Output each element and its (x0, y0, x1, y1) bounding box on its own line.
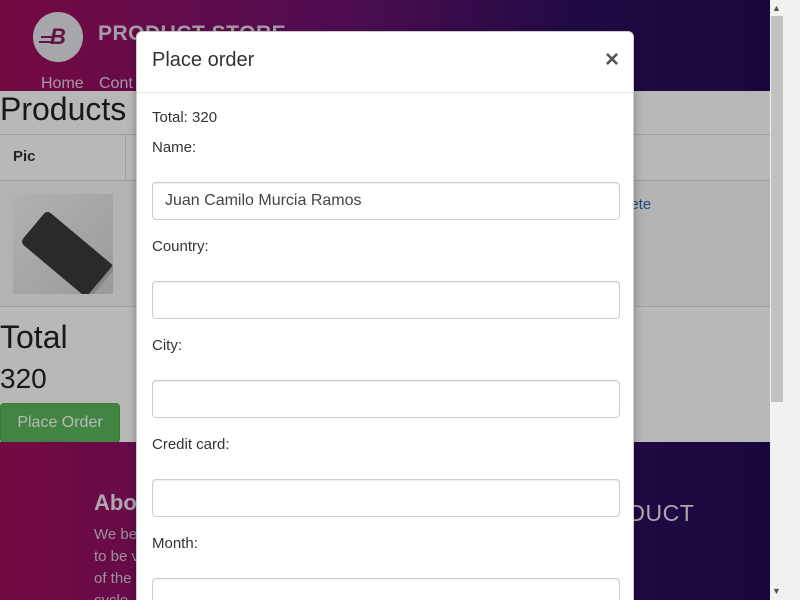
month-label: Month: (152, 535, 198, 552)
credit-card-label: Credit card: (152, 436, 230, 453)
order-total: Total: 320 (152, 109, 218, 126)
scrollbar-thumb[interactable] (771, 16, 783, 402)
city-label: City: (152, 337, 182, 354)
scrollbar-track[interactable] (770, 0, 785, 600)
modal-title: Place order (152, 49, 255, 71)
scroll-down-icon[interactable]: ▼ (772, 586, 781, 596)
city-field[interactable] (152, 380, 620, 418)
scrollbar[interactable] (770, 0, 800, 600)
country-label: Country: (152, 238, 209, 255)
close-icon[interactable]: × (605, 48, 619, 72)
month-field[interactable] (152, 578, 620, 600)
country-field[interactable] (152, 281, 620, 319)
name-label: Name: (152, 139, 197, 156)
name-field[interactable] (152, 182, 620, 220)
place-order-modal: Place order × Total: 320 Name: Country: … (136, 31, 634, 600)
modal-scrollbar-track[interactable] (785, 0, 800, 600)
modal-header: Place order × (137, 32, 633, 93)
scroll-up-icon[interactable]: ▲ (772, 3, 781, 13)
credit-card-field[interactable] (152, 479, 620, 517)
